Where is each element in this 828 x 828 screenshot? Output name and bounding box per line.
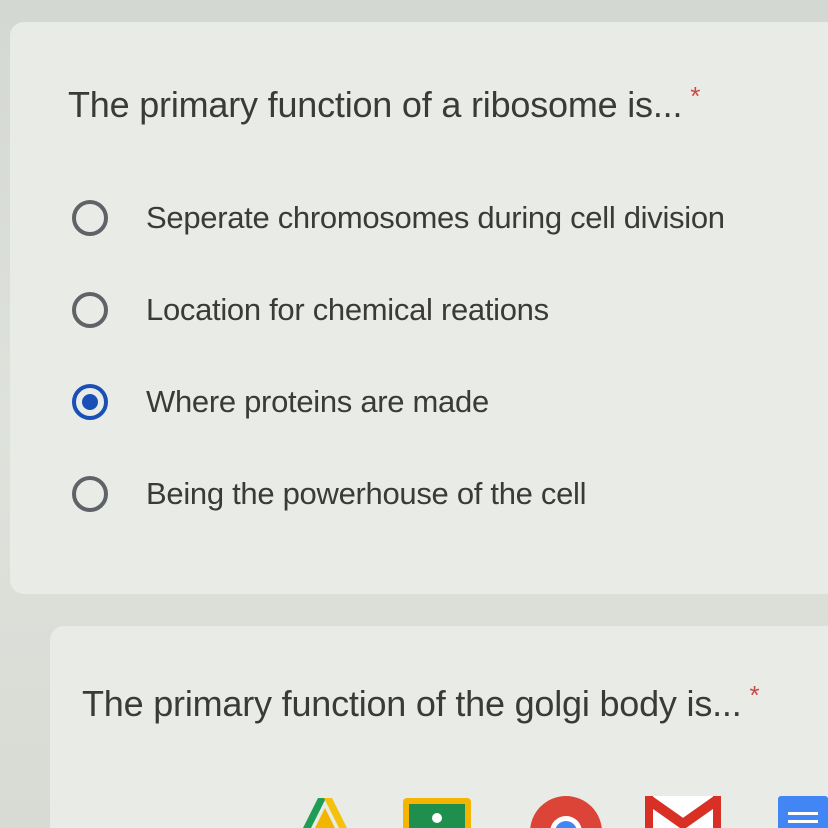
question-title: The primary function of the golgi body i… <box>82 680 760 725</box>
option-label: Seperate chromosomes during cell divisio… <box>146 200 725 235</box>
question-title-text: The primary function of the golgi body i… <box>82 683 742 724</box>
option-label: Where proteins are made <box>146 384 489 419</box>
required-asterisk: * <box>749 680 760 710</box>
radio-option-powerhouse[interactable]: Being the powerhouse of the cell <box>72 472 587 516</box>
radio-button-checked[interactable] <box>72 384 108 420</box>
google-drive-icon[interactable] <box>290 794 360 828</box>
os-shelf <box>0 790 828 828</box>
radio-button-unchecked[interactable] <box>72 476 108 512</box>
radio-button-unchecked[interactable] <box>72 200 108 236</box>
google-classroom-icon[interactable] <box>403 794 471 828</box>
chrome-icon[interactable] <box>528 794 604 828</box>
required-asterisk: * <box>690 81 701 111</box>
option-label: Location for chemical reations <box>146 292 549 327</box>
form-page: The primary function of a ribosome is...… <box>0 0 828 828</box>
google-docs-icon[interactable] <box>774 794 828 828</box>
radio-option-proteins-made[interactable]: Where proteins are made <box>72 380 489 424</box>
question-title-text: The primary function of a ribosome is... <box>68 84 683 125</box>
option-label: Being the powerhouse of the cell <box>146 476 587 511</box>
question-title: The primary function of a ribosome is...… <box>68 81 701 126</box>
radio-selected-dot <box>82 394 98 410</box>
radio-button-unchecked[interactable] <box>72 292 108 328</box>
radio-option-separate-chromosomes[interactable]: Seperate chromosomes during cell divisio… <box>72 196 725 240</box>
radio-option-chemical-reactions[interactable]: Location for chemical reations <box>72 288 549 332</box>
gmail-icon[interactable] <box>643 794 723 828</box>
